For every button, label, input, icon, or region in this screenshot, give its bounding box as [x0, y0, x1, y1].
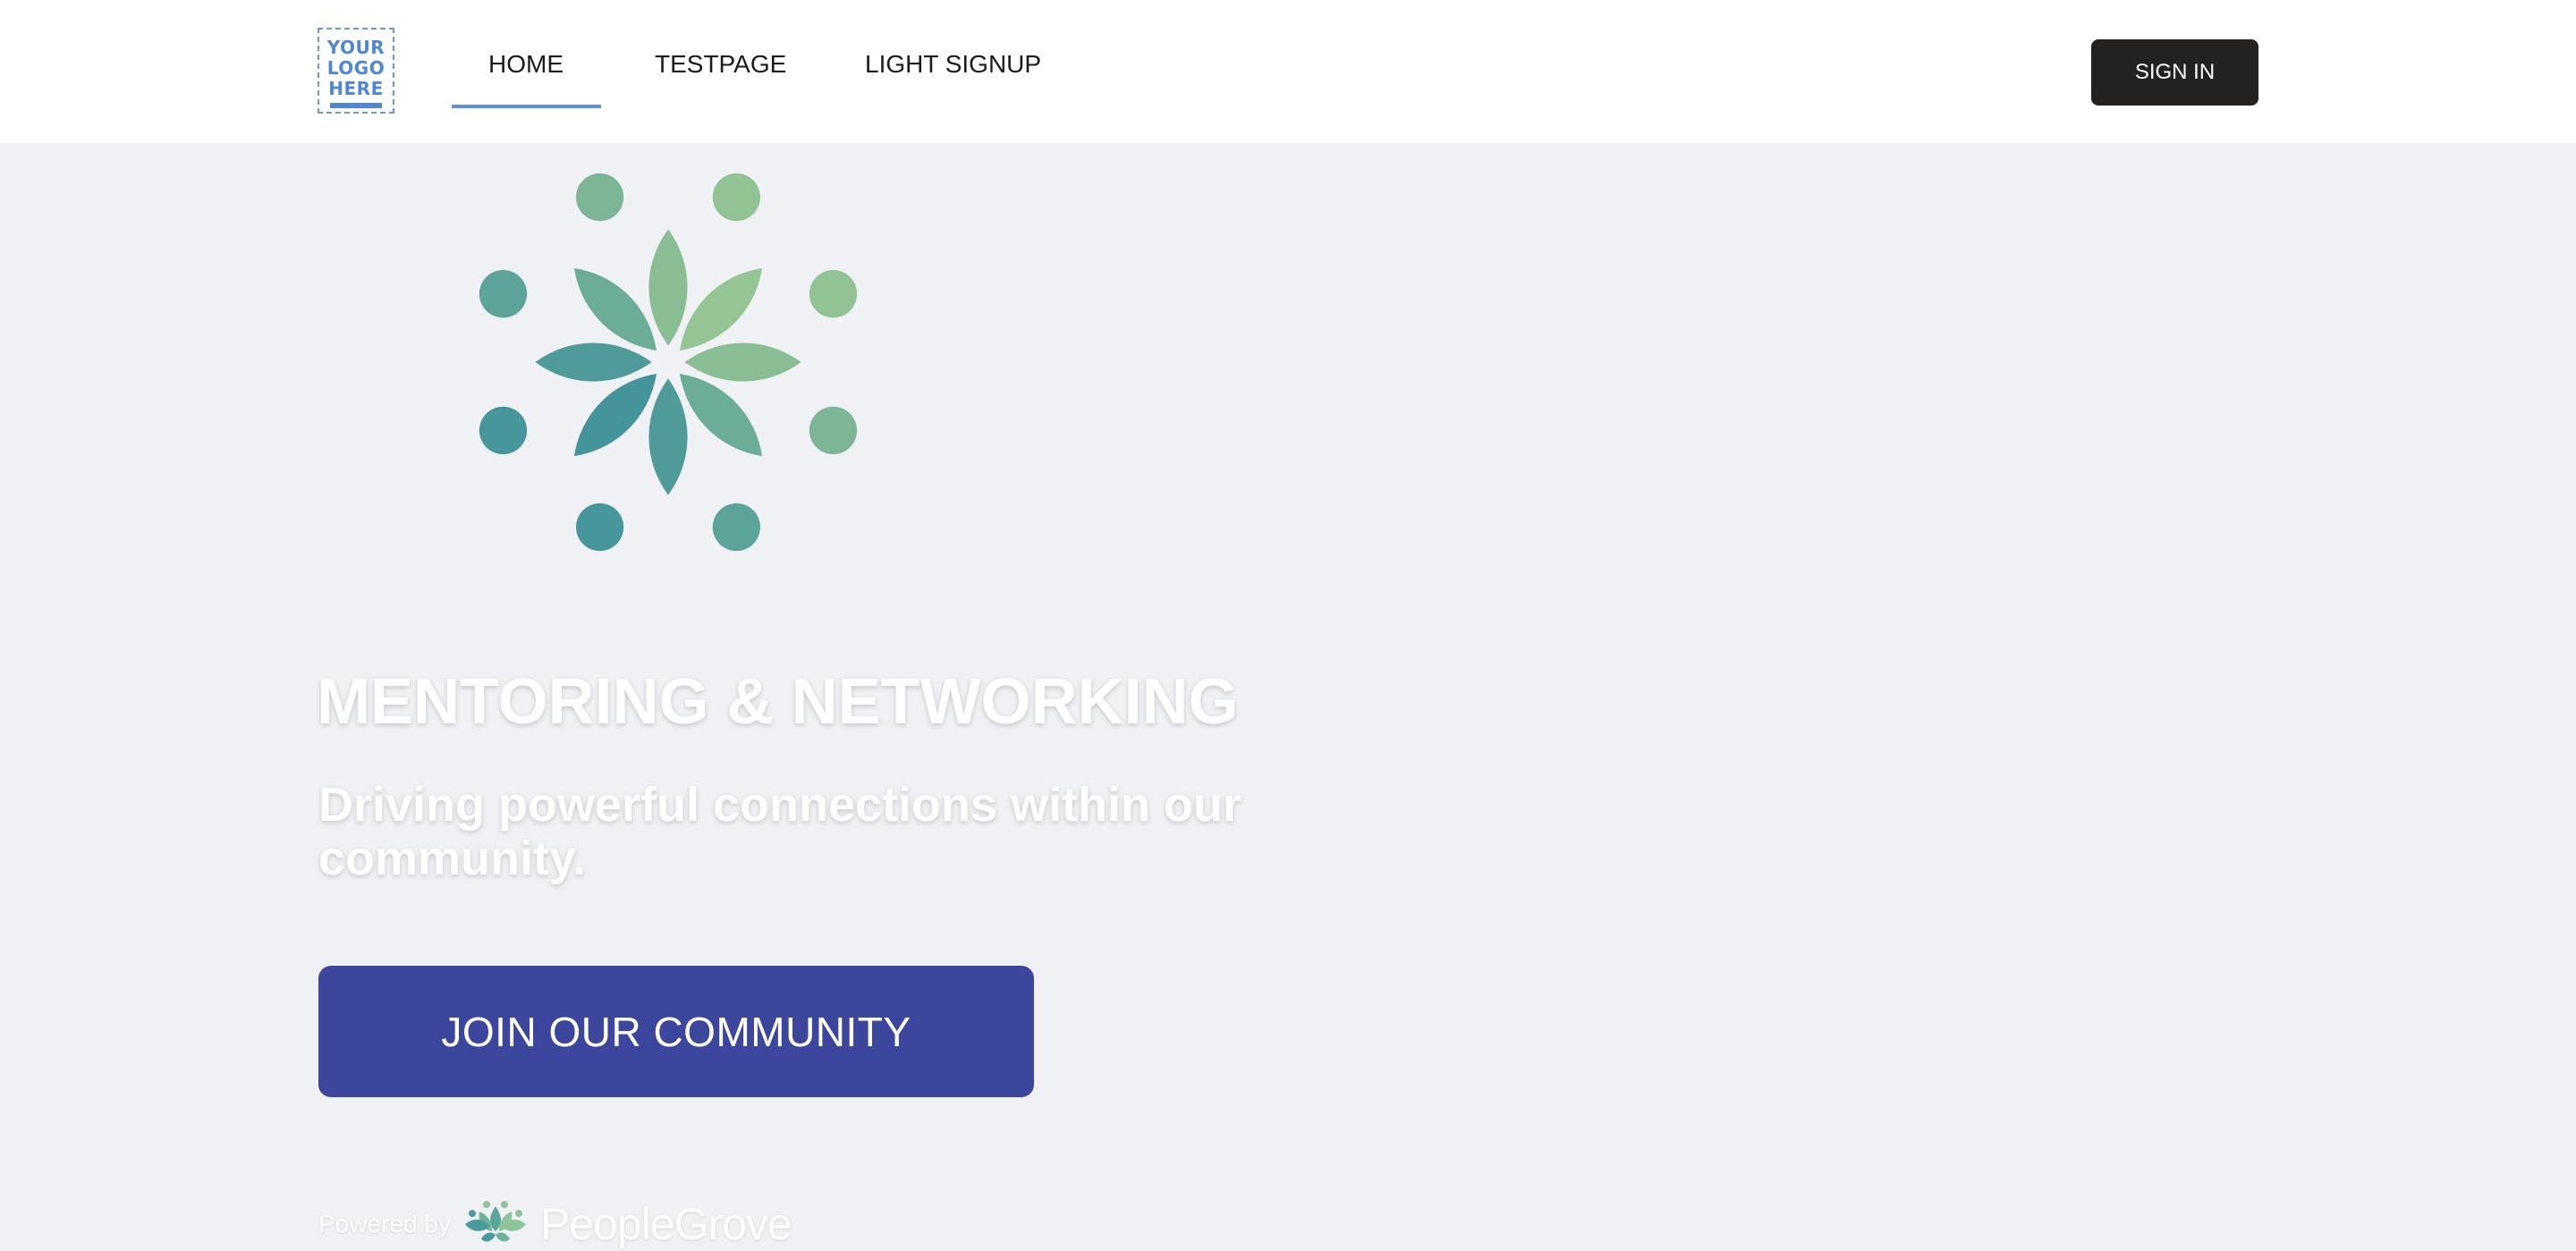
logo-text-line: YOUR: [326, 36, 386, 58]
logo-underline: [330, 102, 382, 108]
emblem-dot: [576, 503, 624, 552]
emblem-petal: [535, 342, 652, 382]
emblem-dot: [809, 406, 858, 454]
nav-item-home[interactable]: HOME: [488, 50, 564, 79]
top-navigation-bar: YOUR LOGO HERE HOME TESTPAGE LIGHT SIGNU…: [0, 0, 2576, 143]
peoplegrove-logo-icon: [464, 1201, 526, 1242]
emblem-dot: [712, 173, 760, 222]
logo-text-line: HERE: [328, 77, 384, 99]
sign-in-button[interactable]: SIGN IN: [2091, 39, 2258, 106]
nav-active-indicator: [452, 105, 601, 108]
emblem-dot: [576, 173, 624, 222]
emblem-dot: [809, 270, 858, 318]
powered-by-footer[interactable]: Powered by PeopleGrove: [318, 1199, 792, 1249]
logo-text-line: LOGO: [326, 56, 386, 79]
nav-item-testpage[interactable]: TESTPAGE: [655, 50, 786, 79]
emblem-petal: [648, 229, 688, 346]
nav-item-light-signup[interactable]: LIGHT SIGNUP: [865, 50, 1041, 79]
hero-title: MENTORING & NETWORKING: [317, 666, 1239, 738]
emblem-petal: [684, 342, 801, 382]
emblem-dot: [479, 270, 528, 318]
emblem-dot: [479, 406, 528, 454]
emblem-petal: [648, 378, 688, 495]
emblem-dot: [712, 503, 760, 552]
hero-subtitle: Driving powerful connections within our …: [318, 778, 1242, 885]
peoplegrove-brand-name: PeopleGrove: [539, 1199, 792, 1249]
flower-emblem-icon: [479, 173, 858, 552]
site-logo[interactable]: YOUR LOGO HERE: [318, 28, 394, 114]
join-community-button[interactable]: JOIN OUR COMMUNITY: [318, 966, 1034, 1097]
powered-by-label: Powered by: [318, 1210, 451, 1238]
